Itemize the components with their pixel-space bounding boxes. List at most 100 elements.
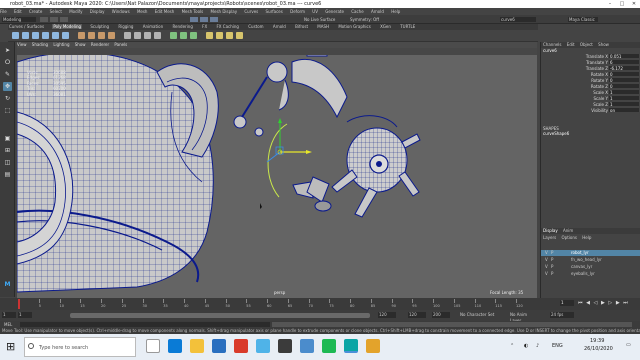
target-weld-icon[interactable] xyxy=(180,32,187,39)
photos-icon[interactable] xyxy=(256,339,270,353)
end-time-field[interactable]: 120 xyxy=(408,312,426,318)
name-field[interactable]: curve6 xyxy=(500,17,536,22)
attr-rotate-x[interactable]: Rotate X0 xyxy=(541,72,640,77)
menu-mesh[interactable]: Mesh xyxy=(137,9,148,14)
word-icon[interactable] xyxy=(300,339,314,353)
menu-generate[interactable]: Generate xyxy=(325,9,344,14)
attr-rotate-y[interactable]: Rotate Y0 xyxy=(541,78,640,83)
mirror-icon[interactable] xyxy=(206,32,213,39)
delete-history-icon[interactable] xyxy=(226,32,233,39)
attr-translate-y[interactable]: Translate Y6 xyxy=(541,60,640,65)
combine-icon[interactable] xyxy=(78,32,85,39)
network-icon[interactable]: ◐ xyxy=(524,343,528,349)
menu-deform[interactable]: Deform xyxy=(290,9,305,14)
menu-edit[interactable]: Edit xyxy=(14,9,22,14)
current-frame-field[interactable]: 1 xyxy=(560,300,574,306)
menu-edit-mesh[interactable]: Edit Mesh xyxy=(155,9,175,14)
two-view-icon[interactable]: ◫ xyxy=(3,158,12,167)
start-time-field[interactable]: 1 xyxy=(2,312,16,318)
menu-display[interactable]: Display xyxy=(90,9,105,14)
new-scene-icon[interactable] xyxy=(40,17,48,22)
attr-rotate-z[interactable]: Rotate Z0 xyxy=(541,84,640,89)
taskbar-search-input[interactable]: Type here to search xyxy=(24,337,136,357)
file-explorer-icon[interactable] xyxy=(190,339,204,353)
notification-icon[interactable]: ▭ xyxy=(626,342,631,348)
attr-translate-z[interactable]: Translate Z -6.172 xyxy=(541,66,640,71)
separate-icon[interactable] xyxy=(88,32,95,39)
panel-menu-view[interactable]: View xyxy=(17,42,27,47)
menu-mesh-display[interactable]: Mesh Display xyxy=(211,9,238,14)
tray-chevron-icon[interactable]: ⌃ xyxy=(510,343,514,349)
playback-controls[interactable]: ⏮ ◀ ◁ ▶ ▷ ▶ ⏭ xyxy=(578,300,638,307)
panel-menu-show[interactable]: Show xyxy=(75,42,86,47)
store-icon[interactable] xyxy=(212,339,226,353)
shelf-tab-turtle[interactable]: TURTLE xyxy=(399,24,416,29)
select-component-icon[interactable] xyxy=(210,17,218,22)
clock-time[interactable]: 19:39 xyxy=(590,338,604,344)
extrude-icon[interactable] xyxy=(124,32,131,39)
anim-layer-dropdown[interactable]: No Anim Layer xyxy=(510,312,538,323)
fill-hole-icon[interactable] xyxy=(154,32,161,39)
scale-tool-icon[interactable]: ⬚ xyxy=(3,106,12,115)
panel-menu-lighting[interactable]: Lighting xyxy=(53,42,69,47)
open-scene-icon[interactable] xyxy=(50,17,58,22)
mel-input[interactable] xyxy=(20,322,270,327)
mail-icon[interactable] xyxy=(234,339,248,353)
lasso-tool-icon[interactable]: ⵔ xyxy=(3,58,12,67)
smooth-icon[interactable] xyxy=(98,32,105,39)
menu-curves[interactable]: Curves xyxy=(244,9,258,14)
playback-end-field[interactable]: 200 xyxy=(432,312,450,318)
shelf-tab-sculpting[interactable]: Sculpting xyxy=(89,24,110,29)
menu-create[interactable]: Create xyxy=(29,9,42,14)
shelf-tab-poly-modeling[interactable]: Poly Modeling xyxy=(52,24,83,29)
select-hierarchy-icon[interactable] xyxy=(190,17,198,22)
shelf-tab-arnold[interactable]: Arnold xyxy=(272,24,287,29)
shelf-tab-bifrost[interactable]: Bifrost xyxy=(294,24,309,29)
volume-icon[interactable]: ♪ xyxy=(536,343,539,349)
poly-cube-icon[interactable] xyxy=(22,32,29,39)
paint-select-icon[interactable]: ✎ xyxy=(3,70,12,79)
bevel-icon[interactable] xyxy=(144,32,151,39)
cb-menu-object[interactable]: Object xyxy=(580,42,593,47)
maximize-button[interactable]: □ xyxy=(616,0,628,8)
obs-icon[interactable] xyxy=(278,339,292,353)
panel-menu-panels[interactable]: Panels xyxy=(114,42,127,47)
layer-menu-layers[interactable]: Layers xyxy=(543,235,556,240)
poly-cylinder-icon[interactable] xyxy=(32,32,39,39)
layer-row[interactable]: V Probot_lyr xyxy=(541,250,640,256)
shelf-tab-mash[interactable]: MASH xyxy=(316,24,330,29)
layer-row[interactable]: V Pcanvas_lyr xyxy=(541,264,640,270)
fps-dropdown[interactable]: 24 fps xyxy=(550,312,574,318)
folder-icon[interactable] xyxy=(366,339,380,353)
attr-scale-x[interactable]: Scale X1 xyxy=(541,90,640,95)
character-set-dropdown[interactable]: No Character Set xyxy=(460,312,496,318)
layer-menu-options[interactable]: Options xyxy=(562,235,577,240)
menuset-dropdown[interactable]: Modeling xyxy=(2,17,36,22)
outliner-view-icon[interactable]: ▤ xyxy=(3,170,12,179)
menu-select[interactable]: Select xyxy=(50,9,62,14)
time-slider[interactable]: 1510152025303540455055606570758085909510… xyxy=(0,298,640,310)
menu-help[interactable]: Help xyxy=(391,9,400,14)
panel-menu-shading[interactable]: Shading xyxy=(32,42,48,47)
layer-menu-help[interactable]: Help xyxy=(582,235,591,240)
move-tool-icon[interactable]: ✥ xyxy=(3,82,12,91)
layer-row[interactable]: V Pfn_wo_head_lyr xyxy=(541,257,640,263)
maya-taskbar-icon[interactable] xyxy=(344,339,358,353)
shelf-tab-fx[interactable]: FX xyxy=(201,24,208,29)
poly-torus-icon[interactable] xyxy=(52,32,59,39)
shelf-tab-animation[interactable]: Animation xyxy=(142,24,164,29)
layer-row[interactable]: V Peyeballs_lyr xyxy=(541,271,640,277)
current-time-indicator[interactable] xyxy=(18,299,20,309)
menu-file[interactable]: File xyxy=(0,9,7,14)
viewport[interactable]: View Shading Lighting Show Renderer Pane… xyxy=(17,42,537,298)
attr-scale-z[interactable]: Scale Z1 xyxy=(541,102,640,107)
menu-arnold[interactable]: Arnold xyxy=(371,9,384,14)
attr-translate-x[interactable]: Translate X 0.051 xyxy=(541,54,640,59)
attr-visibility[interactable]: Visibility on xyxy=(541,108,640,113)
range-slider-bar[interactable] xyxy=(70,313,370,318)
menu-uv[interactable]: UV xyxy=(312,9,318,14)
shelf-tab-curves[interactable]: Curves / Surfaces xyxy=(8,24,45,29)
range-start-field[interactable]: 1 xyxy=(18,312,32,318)
symmetry-dropdown[interactable]: Symmetry: Off xyxy=(350,17,390,22)
select-object-icon[interactable] xyxy=(200,17,208,22)
